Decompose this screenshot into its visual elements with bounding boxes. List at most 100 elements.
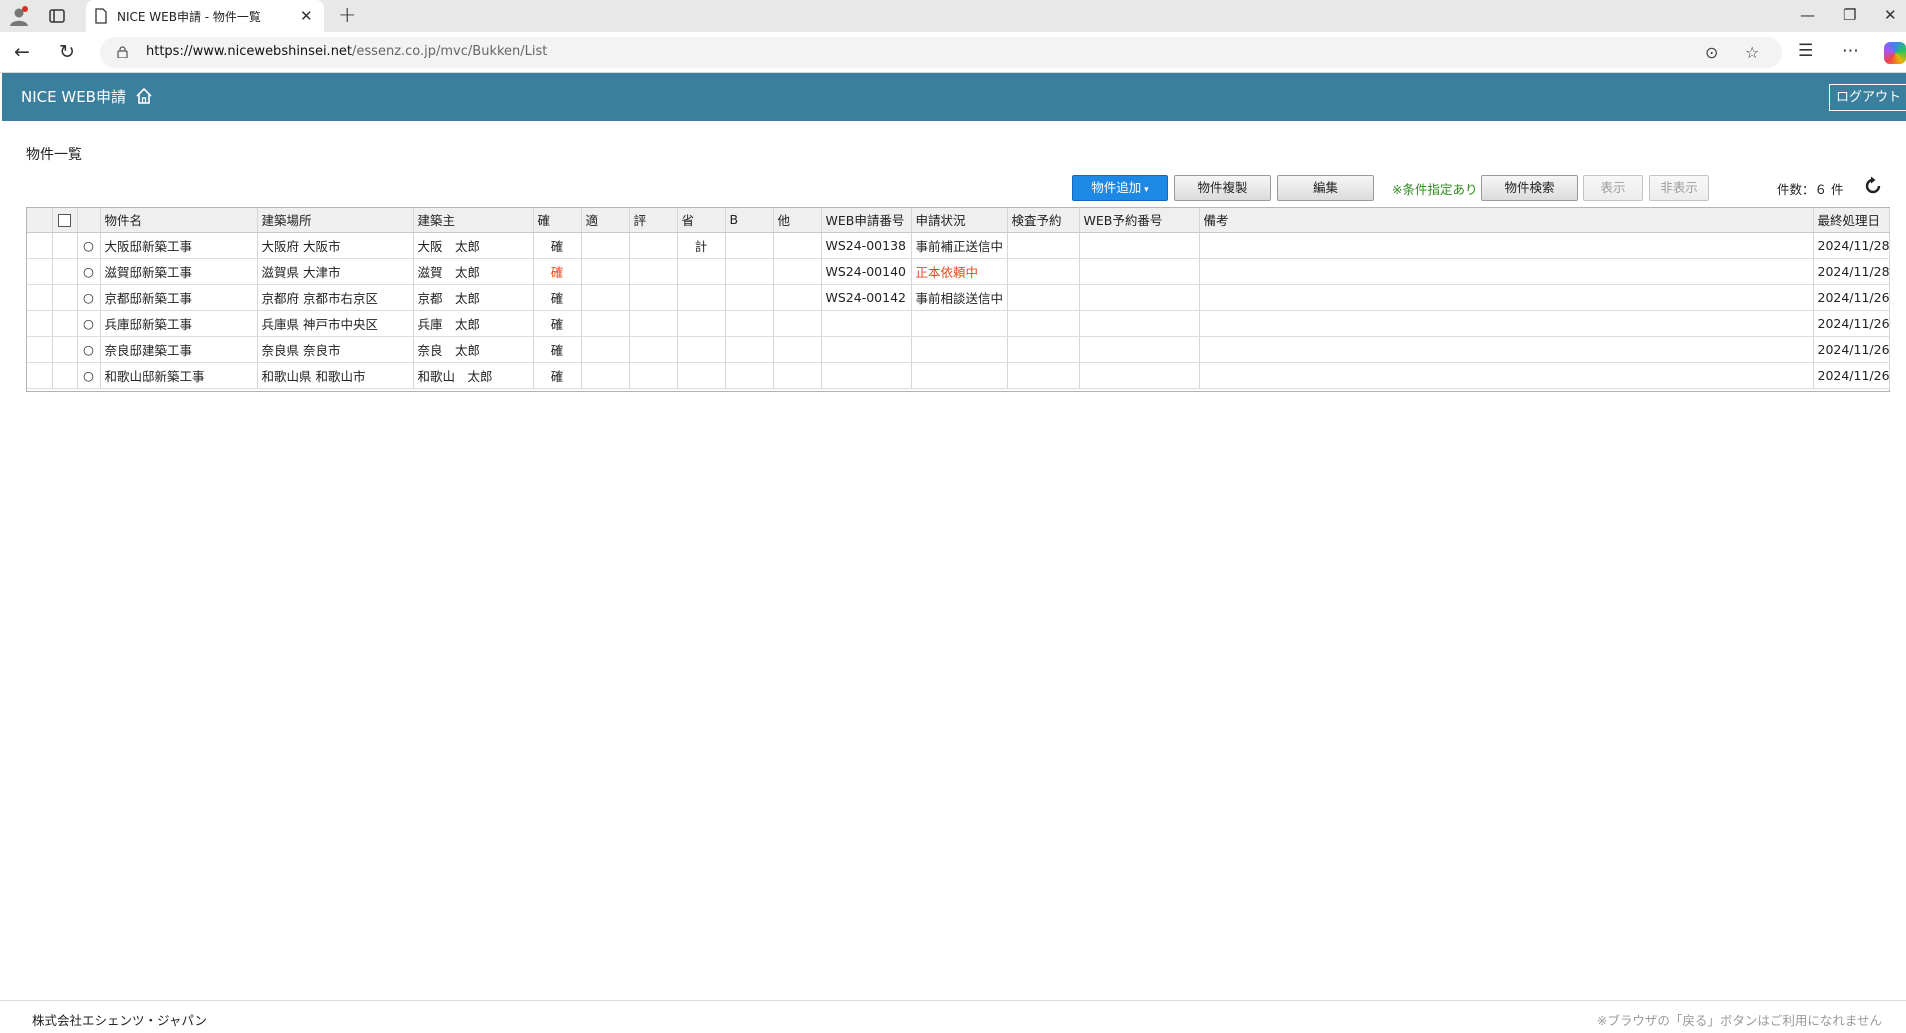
row-select-cell[interactable]	[52, 284, 78, 311]
row-select-cell[interactable]	[52, 258, 78, 285]
cell-hyo	[629, 362, 678, 389]
minimize-icon[interactable]: —	[1800, 6, 1815, 24]
cell-last-date: 2024/11/26	[1813, 336, 1890, 363]
refresh-icon[interactable]	[1862, 175, 1884, 197]
header-kaku[interactable]: 確	[533, 208, 582, 233]
cell-name[interactable]: 和歌山邸新築工事	[100, 362, 258, 389]
header-ta[interactable]: 他	[773, 208, 822, 233]
cell-name[interactable]: 大阪邸新築工事	[100, 232, 258, 259]
cell-status	[911, 362, 1008, 389]
app-brand[interactable]: NICE WEB申請	[21, 86, 126, 107]
header-name[interactable]: 物件名	[100, 208, 258, 233]
cell-web-no: WS24-00140	[821, 258, 912, 285]
edit-button[interactable]: 編集	[1277, 175, 1374, 201]
table-row[interactable]: ○ 和歌山邸新築工事 和歌山県 和歌山市 和歌山 太郎 確 2024/11/26	[27, 362, 1890, 389]
cell-sho	[677, 258, 726, 285]
favorites-icon[interactable]: ☰	[1798, 41, 1813, 61]
cell-name[interactable]: 京都邸新築工事	[100, 284, 258, 311]
table-row[interactable]: ○ 大阪邸新築工事 大阪府 大阪市 大阪 太郎 確 計 WS24-00138 事…	[27, 232, 1890, 259]
header-web-no[interactable]: WEB申請番号	[821, 208, 912, 233]
row-mark: ○	[77, 362, 101, 389]
row-mark: ○	[77, 284, 101, 311]
cell-name[interactable]: 滋賀邸新築工事	[100, 258, 258, 285]
copy-property-button[interactable]: 物件複製	[1174, 175, 1271, 201]
close-window-icon[interactable]: ✕	[1884, 6, 1897, 24]
home-icon[interactable]	[135, 87, 153, 105]
add-property-button[interactable]: 物件追加 ▾	[1072, 175, 1168, 201]
address-bar-row: ← ↻ https://www.nicewebshinsei.net/essen…	[0, 32, 1906, 73]
cell-remarks	[1199, 362, 1814, 389]
cell-status	[911, 310, 1008, 337]
logout-button[interactable]: ログアウト	[1829, 84, 1906, 111]
cell-name[interactable]: 兵庫邸新築工事	[100, 310, 258, 337]
header-owner[interactable]: 建築主	[413, 208, 534, 233]
cell-teki	[581, 310, 630, 337]
cell-name[interactable]: 奈良邸建築工事	[100, 336, 258, 363]
cell-kaku[interactable]: 確	[533, 310, 582, 337]
cell-location: 奈良県 奈良市	[257, 336, 414, 363]
page-icon	[95, 8, 107, 24]
favorite-star-icon[interactable]: ☆	[1745, 43, 1759, 62]
back-icon[interactable]: ←	[14, 41, 30, 63]
row-select-cell[interactable]	[52, 310, 78, 337]
header-remarks[interactable]: 備考	[1199, 208, 1814, 233]
cell-hyo	[629, 310, 678, 337]
new-tab-icon[interactable]: +	[338, 3, 356, 28]
cell-web-no	[821, 336, 912, 363]
tab-actions-icon[interactable]	[47, 6, 67, 26]
more-menu-icon[interactable]: ⋯	[1842, 41, 1859, 61]
table-row[interactable]: ○ 京都邸新築工事 京都府 京都市右京区 京都 太郎 確 WS24-00142 …	[27, 284, 1890, 311]
row-select-cell[interactable]	[52, 362, 78, 389]
cell-inspect	[1007, 284, 1080, 311]
header-teki[interactable]: 適	[581, 208, 630, 233]
reload-icon[interactable]: ↻	[59, 41, 75, 63]
table-row[interactable]: ○ 兵庫邸新築工事 兵庫県 神戸市中央区 兵庫 太郎 確 2024/11/26	[27, 310, 1890, 337]
select-all-checkbox[interactable]	[58, 214, 71, 228]
header-status[interactable]: 申請状況	[911, 208, 1008, 233]
cell-hyo	[629, 258, 678, 285]
cell-sho	[677, 336, 726, 363]
header-location[interactable]: 建築場所	[257, 208, 414, 233]
cell-teki	[581, 336, 630, 363]
cell-location: 滋賀県 大津市	[257, 258, 414, 285]
restore-icon[interactable]: ❐	[1843, 6, 1856, 24]
reader-mode-icon[interactable]: ⊙	[1705, 43, 1718, 62]
header-sho[interactable]: 省	[677, 208, 726, 233]
cell-b	[725, 336, 774, 363]
cell-kaku[interactable]: 確	[533, 362, 582, 389]
table-row[interactable]: ○ 滋賀邸新築工事 滋賀県 大津市 滋賀 太郎 確 WS24-00140 正本依…	[27, 258, 1890, 285]
app-header: NICE WEB申請 ログアウト	[2, 73, 1906, 121]
cell-b	[725, 284, 774, 311]
cell-kaku[interactable]: 確	[533, 284, 582, 311]
cell-b	[725, 310, 774, 337]
tab-close-icon[interactable]: ✕	[300, 7, 313, 25]
address-bar[interactable]: https://www.nicewebshinsei.net/essenz.co…	[100, 37, 1782, 68]
browser-tab-active[interactable]: NICE WEB申請 - 物件一覧 ✕	[86, 0, 324, 32]
row-select-cell[interactable]	[52, 232, 78, 259]
cell-sho	[677, 284, 726, 311]
cell-sho[interactable]: 計	[677, 232, 726, 259]
header-hyo[interactable]: 評	[629, 208, 678, 233]
show-button[interactable]: 表示	[1583, 175, 1643, 201]
cell-hyo	[629, 284, 678, 311]
cell-kaku[interactable]: 確	[533, 258, 582, 285]
cell-kaku[interactable]: 確	[533, 232, 582, 259]
row-blank	[27, 336, 53, 363]
row-select-cell[interactable]	[52, 336, 78, 363]
cell-owner: 京都 太郎	[413, 284, 534, 311]
header-last-date[interactable]: 最終処理日	[1813, 208, 1890, 233]
cell-teki	[581, 362, 630, 389]
url-text: https://www.nicewebshinsei.net/essenz.co…	[146, 44, 548, 59]
header-mark	[77, 208, 101, 233]
lock-icon[interactable]	[117, 46, 128, 58]
table-row[interactable]: ○ 奈良邸建築工事 奈良県 奈良市 奈良 太郎 確 2024/11/26	[27, 336, 1890, 363]
cell-remarks	[1199, 336, 1814, 363]
copilot-icon[interactable]	[1884, 42, 1906, 64]
search-property-button[interactable]: 物件検索	[1481, 175, 1578, 201]
header-inspect[interactable]: 検査予約	[1007, 208, 1080, 233]
profile-icon[interactable]	[8, 5, 30, 27]
cell-kaku[interactable]: 確	[533, 336, 582, 363]
header-web-reserve[interactable]: WEB予約番号	[1079, 208, 1200, 233]
hide-button[interactable]: 非表示	[1649, 175, 1709, 201]
header-b[interactable]: B	[725, 208, 774, 233]
